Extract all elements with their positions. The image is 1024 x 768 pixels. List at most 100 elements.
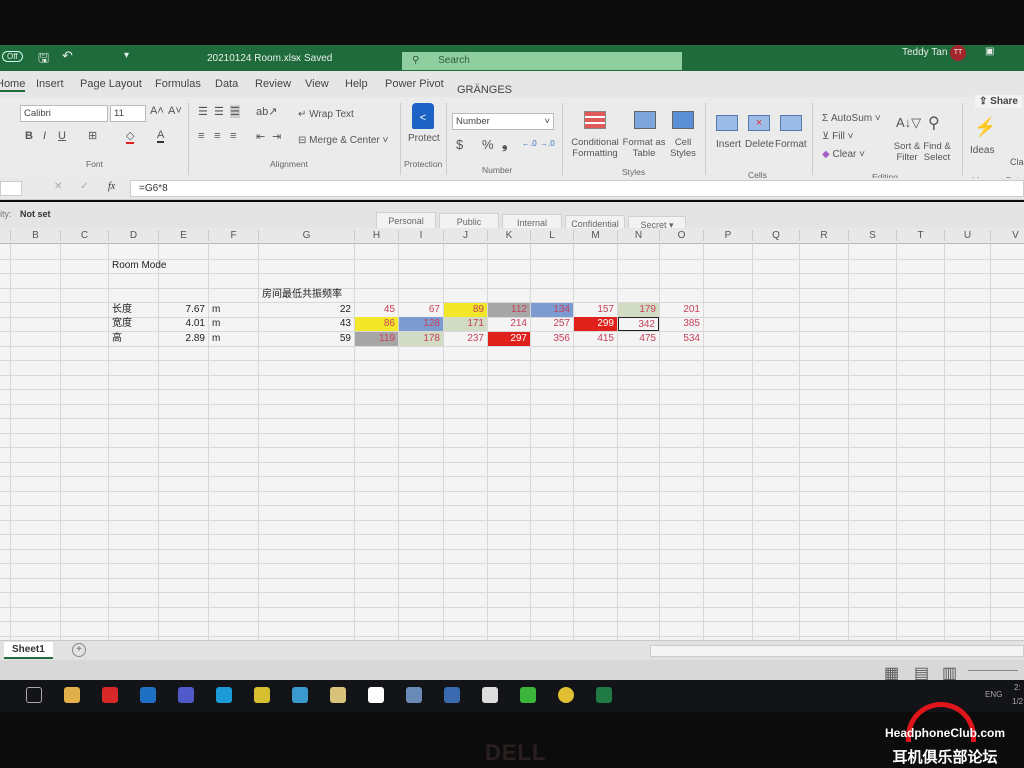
green-app-icon[interactable] [520, 687, 536, 703]
column-header-D[interactable]: D [108, 230, 158, 241]
cell-D5[interactable]: 长度 [109, 303, 135, 317]
customize-qat-icon[interactable]: ▾ [124, 50, 129, 61]
increase-font-icon[interactable]: A˄ [150, 105, 164, 117]
increase-indent-icon[interactable]: ⇥ [272, 130, 281, 143]
format-as-table-button[interactable]: Format as Table [622, 137, 666, 159]
tab-review[interactable]: Review [255, 78, 291, 90]
delete-button[interactable]: Delete [745, 139, 774, 150]
sort-filter-button[interactable]: Sort & Filter [890, 141, 924, 163]
cell-L7[interactable]: 356 [531, 332, 573, 346]
clock-time[interactable]: 2: [1014, 683, 1021, 692]
media-player-icon[interactable] [368, 687, 384, 703]
percent-button[interactable]: % [482, 137, 494, 152]
cell-G6[interactable]: 43 [259, 317, 354, 331]
vpn-icon[interactable] [292, 687, 308, 703]
cell-F6[interactable]: m [209, 317, 223, 331]
task-view-icon[interactable] [26, 687, 42, 703]
column-header-L[interactable]: L [530, 230, 573, 241]
tab-insert[interactable]: Insert [36, 78, 64, 90]
network-app-icon[interactable] [482, 687, 498, 703]
sheet-tab-sheet1[interactable]: Sheet1 [4, 642, 53, 659]
cell-F7[interactable]: m [209, 332, 223, 346]
cell-H6[interactable]: 86 [355, 317, 398, 331]
column-header-T[interactable]: T [896, 230, 944, 241]
column-header-B[interactable]: B [10, 230, 60, 241]
cell-G5[interactable]: 22 [259, 303, 354, 317]
fill-color-icon[interactable]: ◇ [126, 129, 135, 144]
zoom-slider[interactable] [968, 670, 1018, 671]
tab-home[interactable]: Home [0, 78, 26, 92]
column-header-J[interactable]: J [443, 230, 487, 241]
name-box[interactable] [0, 181, 22, 196]
cell-M7[interactable]: 415 [574, 332, 617, 346]
cancel-icon[interactable]: ✕ [54, 181, 62, 192]
cell-F5[interactable]: m [209, 303, 223, 317]
number-format-select[interactable]: Number ˅ [452, 113, 554, 130]
column-header-O[interactable]: O [659, 230, 703, 241]
cell-J5[interactable]: 89 [444, 302, 487, 317]
italic-button[interactable]: I [43, 130, 46, 142]
bottom-align-icon[interactable]: ☰ [230, 105, 240, 118]
column-header-C[interactable]: C [60, 230, 108, 241]
tab-page-layout[interactable]: Page Layout [80, 78, 142, 90]
notes-icon[interactable] [330, 687, 346, 703]
cell-E6[interactable]: 4.01 [159, 317, 208, 331]
ribbon-display-icon[interactable]: ▣ [985, 46, 994, 57]
cell-M5[interactable]: 157 [574, 303, 617, 317]
edge-icon[interactable] [216, 687, 232, 703]
tab-help[interactable]: Help [345, 78, 368, 90]
cell-J6[interactable]: 171 [444, 317, 487, 331]
cell-H7[interactable]: 119 [355, 331, 398, 346]
column-header-V[interactable]: V [990, 230, 1024, 241]
font-color-icon[interactable]: A [157, 129, 165, 143]
cell-styles-button[interactable]: Cell Styles [668, 137, 698, 159]
save-icon[interactable]: 🖫 [38, 49, 49, 71]
undo-icon[interactable]: ↶ [62, 48, 73, 64]
excel-icon[interactable] [596, 687, 612, 703]
increase-decimal-icon[interactable]: ←.0 [522, 139, 537, 148]
cell-J7[interactable]: 237 [444, 332, 487, 346]
orientation-icon[interactable]: ab↗ [256, 105, 277, 118]
cell-I7[interactable]: 178 [399, 331, 443, 346]
cell-H5[interactable]: 45 [355, 303, 398, 317]
protect-button[interactable]: Protect [408, 133, 440, 144]
find-select-button[interactable]: Find & Select [920, 141, 954, 163]
worksheet-grid[interactable]: Room Mode 房间最低共振频率 长度 7.67 m 宽度 4.01 m 高 2.89 m 22 4… [0, 244, 1024, 640]
format-button[interactable]: Format [775, 139, 807, 150]
tab-view[interactable]: View [305, 78, 329, 90]
column-header-Q[interactable]: Q [752, 230, 799, 241]
cell-L6[interactable]: 257 [531, 317, 573, 331]
cell-D2[interactable]: Room Mode [109, 259, 169, 273]
column-header-E[interactable]: E [158, 230, 208, 241]
file-explorer-icon[interactable] [64, 687, 80, 703]
cell-L5[interactable]: 134 [531, 302, 573, 317]
remote-desktop-icon[interactable] [444, 687, 460, 703]
outlook-icon[interactable] [140, 687, 156, 703]
teams-icon[interactable] [178, 687, 194, 703]
column-header-I[interactable]: I [398, 230, 443, 241]
wrap-text-button[interactable]: ↵ Wrap Text [298, 109, 354, 120]
column-header-S[interactable]: S [848, 230, 896, 241]
align-center-icon[interactable]: ≡ [214, 130, 220, 142]
column-header-R[interactable]: R [799, 230, 848, 241]
cell-E5[interactable]: 7.67 [159, 303, 208, 317]
cell-D6[interactable]: 宽度 [109, 317, 135, 331]
align-right-icon[interactable]: ≡ [230, 130, 236, 142]
cell-K6[interactable]: 214 [488, 317, 530, 331]
top-align-icon[interactable]: ☰ [198, 105, 208, 118]
youdao-icon[interactable] [102, 687, 118, 703]
column-header-N[interactable]: N [617, 230, 659, 241]
font-size-select[interactable]: 11 [110, 105, 146, 122]
bold-button[interactable]: B [25, 130, 33, 142]
cell-N7[interactable]: 475 [618, 332, 659, 346]
merge-center-button[interactable]: ⊟ Merge & Center ˅ [298, 135, 388, 146]
add-sheet-icon[interactable]: + [72, 643, 86, 657]
cell-K7[interactable]: 297 [488, 331, 530, 346]
cell-O6[interactable]: 385 [660, 317, 703, 331]
language-indicator[interactable]: ENG [985, 690, 1002, 699]
keepass-icon[interactable] [254, 687, 270, 703]
column-header-H[interactable]: H [354, 230, 398, 241]
autosum-button[interactable]: Σ AutoSum ˅ [822, 113, 881, 124]
decrease-decimal-icon[interactable]: →.0 [540, 139, 555, 148]
fill-button[interactable]: ⊻ Fill ˅ [822, 131, 854, 142]
